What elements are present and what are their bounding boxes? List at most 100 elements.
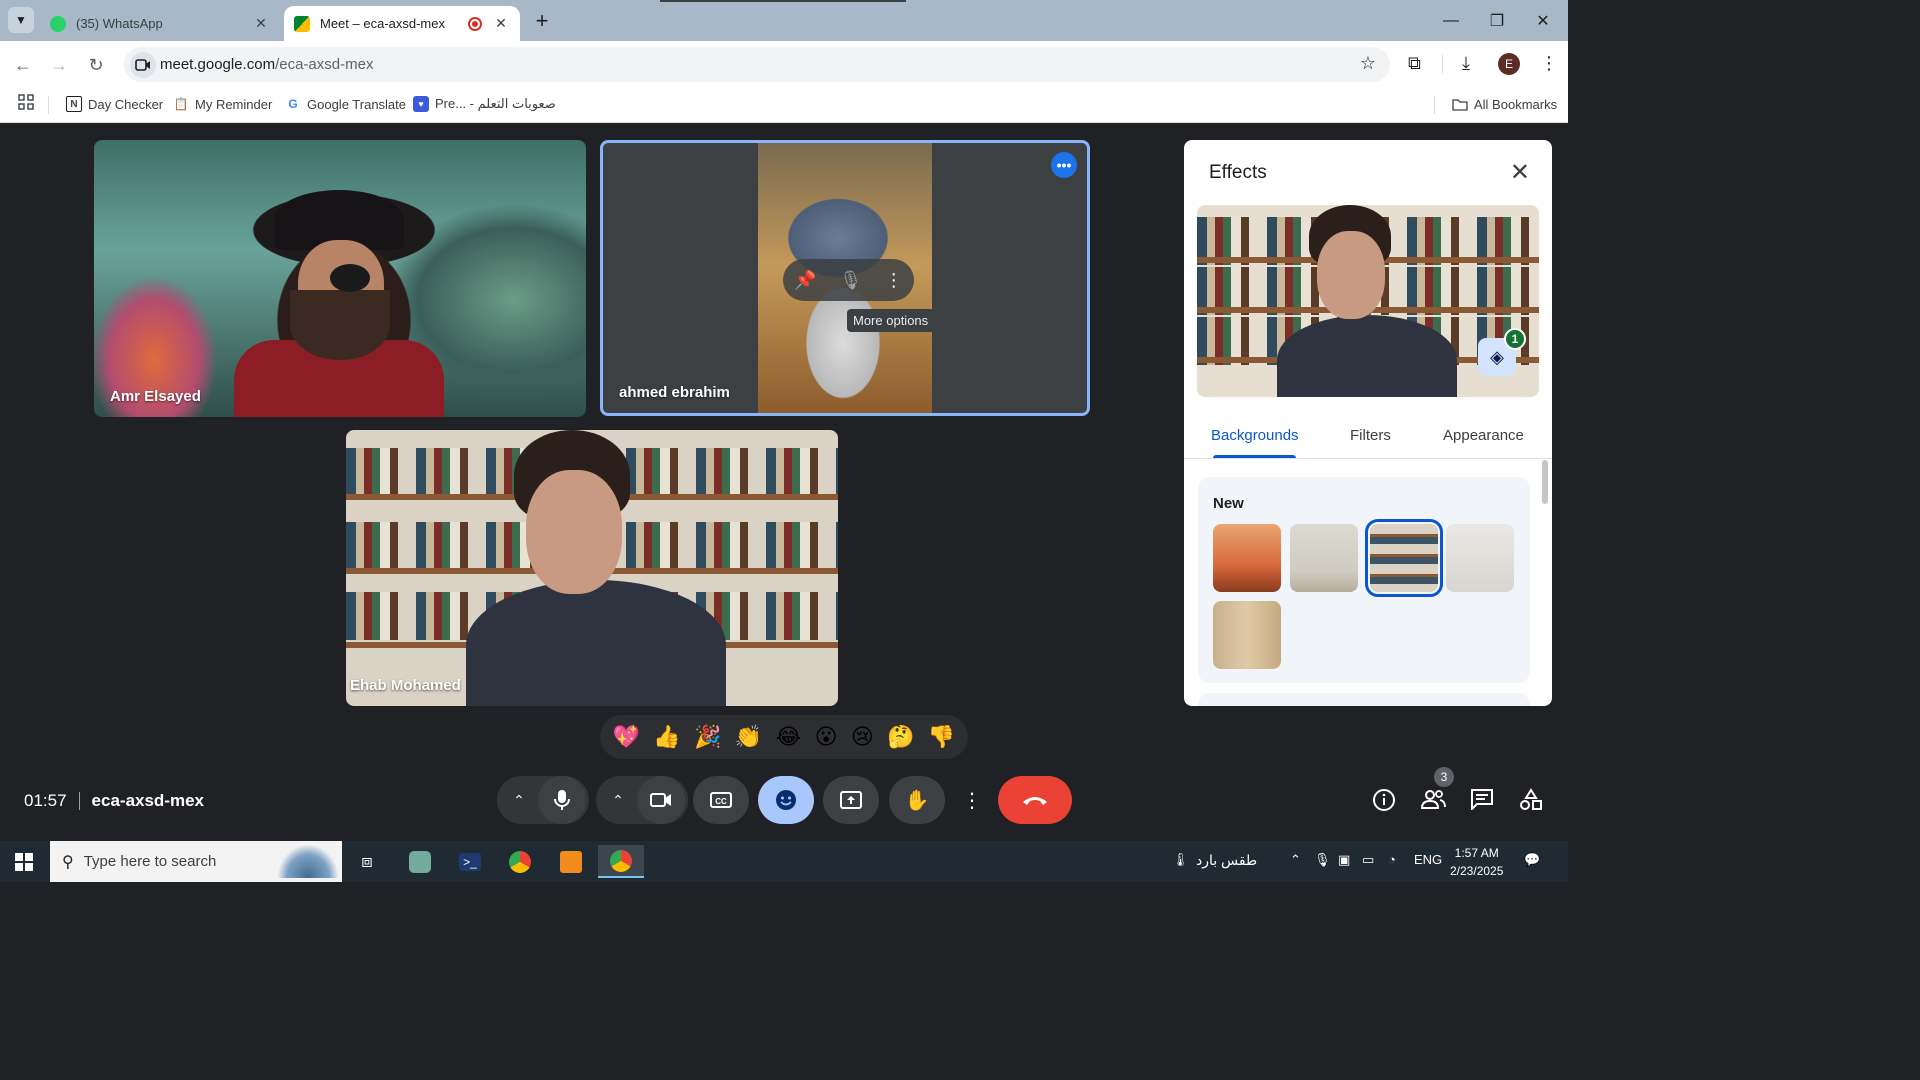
activities-button[interactable] <box>1516 788 1546 818</box>
participant-tile-ahmed[interactable]: ••• 📌 🎙 ⋮ More options ahmed ebrahim <box>600 140 1090 416</box>
chrome-app-icon[interactable] <box>497 845 543 878</box>
restore-button[interactable]: ❐ <box>1474 0 1520 41</box>
weather-icon[interactable]: 🌡 <box>1172 852 1189 868</box>
tab-meet[interactable]: Meet – eca-axsd-mex ✕ <box>284 6 520 41</box>
notifications-icon[interactable]: 💬 <box>1524 852 1540 868</box>
eye-patch <box>330 264 370 292</box>
microphone-button[interactable] <box>538 776 586 824</box>
download-icon[interactable]: ⤓ <box>1462 53 1470 74</box>
video-settings-chevron-icon[interactable]: ⌃ <box>599 792 637 809</box>
battery-icon[interactable]: ▭ <box>1362 852 1374 868</box>
notion-icon: N <box>66 96 82 112</box>
camera-tray-icon[interactable]: ▣ <box>1338 852 1350 868</box>
microphone-tray-icon[interactable]: 🎙 <box>1314 852 1331 868</box>
audio-settings-chevron-icon[interactable]: ⌃ <box>500 792 538 809</box>
reaction-surprised[interactable]: 😮 <box>815 724 838 750</box>
new-tab-button[interactable]: + <box>530 8 554 34</box>
reload-button[interactable]: ↻ <box>84 53 108 77</box>
address-bar[interactable]: meet.google.com/eca-axsd-mex ☆ <box>124 47 1390 82</box>
chat-button[interactable] <box>1467 788 1497 816</box>
close-icon[interactable]: ✕ <box>1510 158 1530 187</box>
participant-video <box>466 580 726 706</box>
reaction-sad[interactable]: 😢 <box>851 724 874 750</box>
more-options-icon[interactable]: ••• <box>1051 152 1077 178</box>
back-button[interactable]: ← <box>11 53 35 77</box>
background-option-living-room[interactable] <box>1213 524 1281 592</box>
system-clock[interactable]: 1:57 AM 2/23/2025 <box>1450 844 1503 880</box>
bookmark-my-reminder[interactable]: 📋 My Reminder <box>173 96 273 112</box>
bookmark-label: Pre... - صعوبات التعلم <box>435 96 556 111</box>
leave-call-button[interactable] <box>998 776 1072 824</box>
show-hidden-icons-icon[interactable]: ⌃ <box>1290 852 1301 868</box>
participant-tile-ehab[interactable]: Ehab Mohamed <box>346 430 838 706</box>
arrow-left-icon: ← <box>14 54 32 75</box>
reaction-laughing[interactable]: 😂 <box>776 724 802 750</box>
apps-grid-icon[interactable] <box>18 94 34 110</box>
reaction-thinking[interactable]: 🤔 <box>887 724 914 750</box>
chevron-down-icon: ▼ <box>15 13 27 27</box>
all-bookmarks-button[interactable]: All Bookmarks <box>1452 96 1557 112</box>
background-option-minimal-room[interactable] <box>1290 524 1358 592</box>
app-icon[interactable] <box>548 845 594 878</box>
clock-time: 1:57 AM <box>1454 846 1499 860</box>
language-indicator[interactable]: ENG <box>1414 852 1442 867</box>
task-view-icon[interactable]: ⧈ <box>344 845 390 878</box>
more-options-button[interactable]: ⋮ <box>958 776 986 824</box>
tab-search-button[interactable]: ▼ <box>8 7 34 33</box>
background-option-bookshelf[interactable] <box>1365 519 1443 597</box>
weather-text[interactable]: طقس بارد <box>1196 852 1257 869</box>
menu-kebab-icon[interactable]: ⋮ <box>1540 53 1558 74</box>
close-tab-icon[interactable]: ✕ <box>492 15 510 32</box>
windows-start-icon[interactable] <box>15 853 33 871</box>
hand-icon: ✋ <box>904 789 930 812</box>
camera-button[interactable] <box>637 776 685 824</box>
people-button[interactable] <box>1418 788 1448 816</box>
bookmark-day-checker[interactable]: N Day Checker <box>66 96 163 112</box>
minimize-button[interactable]: — <box>1428 0 1474 41</box>
tab-appearance[interactable]: Appearance <box>1443 427 1524 444</box>
participant-tile-amr[interactable]: Amr Elsayed <box>94 140 586 417</box>
bookmark-google-translate[interactable]: G Google Translate <box>285 96 406 112</box>
tab-whatsapp[interactable]: (35) WhatsApp ✕ <box>40 6 280 41</box>
hang-up-icon <box>1023 797 1047 805</box>
microphone-icon <box>554 790 570 810</box>
powershell-app-icon[interactable]: >_ <box>447 845 493 878</box>
panel-scrollbar[interactable] <box>1542 460 1548 504</box>
activities-icon <box>1520 788 1542 810</box>
profile-avatar[interactable]: E <box>1498 53 1520 75</box>
reaction-thumbs-up[interactable]: 👍 <box>653 724 680 750</box>
reaction-thumbs-down[interactable]: 👎 <box>928 724 955 750</box>
reaction-clapping[interactable]: 👏 <box>735 724 762 750</box>
tab-backgrounds[interactable]: Backgrounds <box>1211 427 1299 444</box>
reaction-party-popper[interactable]: 🎉 <box>694 724 721 750</box>
kebab-menu-icon[interactable]: ⋮ <box>885 270 903 291</box>
wifi-icon[interactable]: ◔ <box>1388 852 1396 867</box>
bookmark-star-icon[interactable]: ☆ <box>1360 53 1376 74</box>
present-screen-button[interactable] <box>823 776 879 824</box>
reaction-sparkling-heart[interactable]: 💖 <box>613 724 640 750</box>
raise-hand-button[interactable]: ✋ <box>889 776 945 824</box>
microphone-icon[interactable]: 🎙 <box>839 270 862 291</box>
google-meet-icon <box>294 15 310 32</box>
close-window-button[interactable]: ✕ <box>1520 0 1566 41</box>
tab-filters[interactable]: Filters <box>1350 427 1391 444</box>
arrow-right-icon: → <box>50 54 68 75</box>
effects-panel: Effects ✕ ◈ 1 Backgrounds Filters Appear… <box>1184 140 1552 706</box>
close-tab-icon[interactable]: ✕ <box>252 15 270 32</box>
captions-button[interactable]: CC <box>693 776 749 824</box>
extensions-icon[interactable]: ⧉ <box>1408 53 1421 74</box>
meeting-details-button[interactable] <box>1369 788 1399 818</box>
self-video <box>1277 315 1457 397</box>
people-count-badge: 3 <box>1434 767 1454 787</box>
background-option-white-room[interactable] <box>1446 524 1514 592</box>
url-text: meet.google.com/eca-axsd-mex <box>160 56 373 73</box>
bookmark-learning[interactable]: ♥ Pre... - صعوبات التعلم <box>413 96 556 112</box>
background-option-wood-lamp[interactable] <box>1213 601 1281 669</box>
site-info-icon[interactable] <box>130 52 156 78</box>
chrome-profile-app-icon[interactable] <box>598 845 644 878</box>
pin-icon[interactable]: 📌 <box>794 270 816 291</box>
reactions-button[interactable] <box>758 776 814 824</box>
chatgpt-app-icon[interactable] <box>397 845 443 878</box>
forward-button[interactable]: → <box>47 53 71 77</box>
taskbar-search[interactable]: ⚲ Type here to search <box>50 841 342 882</box>
